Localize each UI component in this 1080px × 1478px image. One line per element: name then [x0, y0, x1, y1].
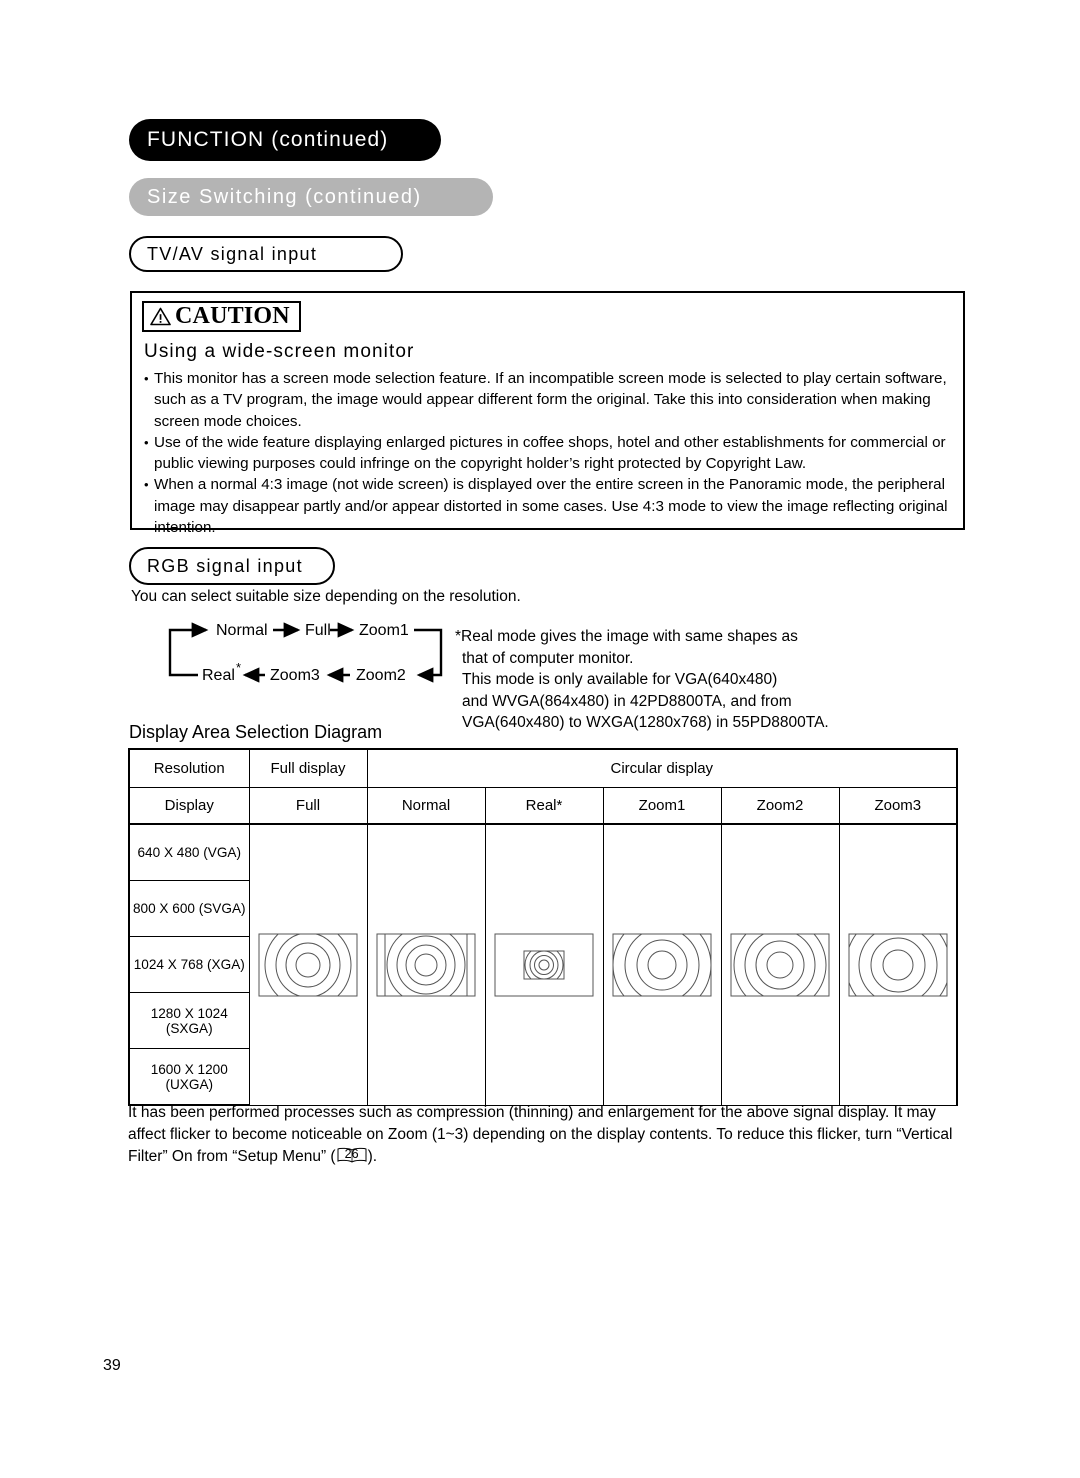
warning-triangle-icon	[150, 307, 171, 325]
normal-diagram	[376, 933, 476, 997]
header-cell-real: Real*	[484, 787, 604, 825]
header-cell-zoom1: Zoom1	[602, 787, 722, 825]
bullet-icon: •	[144, 371, 149, 386]
caution-box: CAUTION Using a wide-screen monitor • Th…	[130, 291, 965, 536]
subsection-rgb-signal-input: RGB signal input	[129, 547, 335, 585]
cycle-arrow-zoom1-to-zoom2	[414, 628, 443, 683]
note-line: and WVGA(864x480) in 42PD8800TA, and fro…	[462, 692, 792, 710]
real-diagram-cell	[484, 823, 604, 1106]
footer-paragraph: It has been performed processes such as …	[128, 1102, 964, 1168]
header-cell-normal: Normal	[366, 787, 486, 825]
note-line: This mode is only available for VGA(640x…	[462, 671, 778, 688]
size-cycle-diagram: Normal Full Zoom1 Real * Zoom3 Zoom2	[160, 618, 450, 688]
header-cell-display: Display	[128, 787, 250, 825]
real-mode-note: *Real mode gives the image with same sha…	[455, 626, 975, 734]
chapter-header: FUNCTION (continued)	[129, 119, 441, 161]
cycle-label-full: Full	[305, 622, 331, 639]
note-line: VGA(640x480) to WXGA(1280x768) in 55PD88…	[462, 714, 829, 731]
document-page: FUNCTION (continued) Size Switching (con…	[0, 0, 1080, 1478]
resolution-cell: 640 X 480 (VGA)	[128, 823, 250, 881]
header-cell-resolution: Resolution	[128, 748, 250, 788]
resolution-cell: 1600 X 1200 (UXGA)	[128, 1048, 250, 1106]
table-column-header-row: Display Full Normal Real* Zoom1 Zoom2 Zo…	[128, 787, 959, 825]
header-cell-full-display: Full display	[248, 748, 368, 788]
rgb-lead-text: You can select suitable size depending o…	[131, 588, 521, 605]
caution-bullet-text: When a normal 4:3 image (not wide screen…	[154, 476, 948, 537]
page-number: 39	[103, 1357, 121, 1374]
resolution-cell: 1024 X 768 (XGA)	[128, 936, 250, 993]
subsection-tvav-signal-input: TV/AV signal input	[129, 236, 403, 272]
real-diagram	[494, 933, 594, 997]
chapter-header-label: FUNCTION (continued)	[147, 128, 389, 151]
cycle-label-real-star: *	[236, 660, 241, 675]
header-cell-circular-display: Circular display	[366, 748, 959, 788]
cycle-label-zoom2: Zoom2	[356, 667, 406, 684]
zoom1-diagram	[612, 933, 712, 997]
display-area-selection-table: Resolution Full display Circular display…	[128, 748, 959, 1106]
resolution-cell: 800 X 600 (SVGA)	[128, 880, 250, 937]
section-header-label: Size Switching (continued)	[147, 185, 422, 208]
list-item: • When a normal 4:3 image (not wide scre…	[144, 474, 954, 538]
cycle-arrow-real-to-normal	[168, 622, 209, 677]
zoom1-diagram-cell	[602, 823, 722, 1106]
caution-badge-label: CAUTION	[175, 303, 290, 329]
resolution-cell: 1280 X 1024 (SXGA)	[128, 992, 250, 1049]
zoom2-diagram-cell	[720, 823, 840, 1106]
caution-subtitle: Using a wide-screen monitor	[144, 341, 415, 362]
header-cell-zoom3: Zoom3	[838, 787, 959, 825]
caution-bullet-text: This monitor has a screen mode selection…	[154, 370, 947, 430]
page-reference-number: 26	[344, 1147, 359, 1161]
table-row: 640 X 480 (VGA)	[128, 823, 959, 1106]
cycle-label-normal: Normal	[216, 622, 268, 639]
note-line: *Real mode gives the image with same sha…	[455, 628, 798, 645]
cycle-label-real: Real	[202, 667, 235, 684]
list-item: • This monitor has a screen mode selecti…	[144, 368, 954, 432]
list-item: • Use of the wide feature displaying enl…	[144, 432, 954, 475]
bullet-icon: •	[144, 477, 149, 493]
table-group-header-row: Resolution Full display Circular display	[128, 748, 959, 788]
caution-bullet-list: • This monitor has a screen mode selecti…	[144, 368, 954, 538]
header-cell-full: Full	[248, 787, 368, 825]
full-diagram-cell	[248, 823, 368, 1106]
zoom3-diagram-cell	[838, 823, 959, 1106]
caution-bullet-text: Use of the wide feature displaying enlar…	[154, 433, 946, 473]
table-title: Display Area Selection Diagram	[129, 722, 383, 742]
footer-text-part2: ).	[367, 1148, 378, 1165]
note-line: that of computer monitor.	[462, 649, 634, 667]
normal-diagram-cell	[366, 823, 486, 1106]
page-reference-book-icon: 26	[336, 1147, 368, 1164]
cycle-label-zoom3: Zoom3	[270, 667, 320, 684]
full-diagram	[258, 933, 358, 997]
header-cell-zoom2: Zoom2	[720, 787, 840, 825]
zoom3-diagram	[848, 933, 948, 997]
zoom2-diagram	[730, 933, 830, 997]
section-header: Size Switching (continued)	[129, 178, 493, 216]
footer-text-part1: It has been performed processes such as …	[128, 1104, 953, 1165]
cycle-label-zoom1: Zoom1	[359, 622, 409, 639]
caution-badge: CAUTION	[142, 301, 301, 332]
subsection-rgb-label: RGB signal input	[147, 555, 303, 576]
subsection-tvav-label: TV/AV signal input	[147, 243, 318, 264]
bullet-icon: •	[144, 434, 149, 450]
